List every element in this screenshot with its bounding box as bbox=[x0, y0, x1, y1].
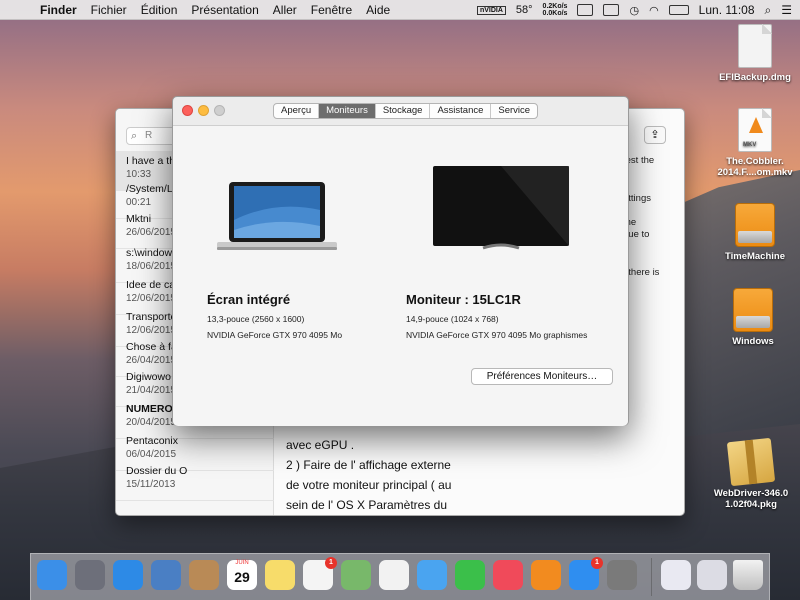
note-body[interactable]: avec eGPU . 2 ) Faire de l' affichage ex… bbox=[286, 435, 486, 515]
desktop-icon-timemachine[interactable]: TimeMachine bbox=[710, 203, 800, 262]
desktop-icon-label: WebDriver-346.0 1.02f04.pkg bbox=[713, 488, 789, 510]
dock: JUIN 29 1 1 bbox=[30, 553, 770, 600]
menu-edition[interactable]: Édition bbox=[141, 3, 178, 17]
desktop-icon-webdriver[interactable]: WebDriver-346.0 1.02f04.pkg bbox=[706, 437, 796, 510]
menu-aller[interactable]: Aller bbox=[273, 3, 297, 17]
external-drive-icon bbox=[733, 288, 773, 332]
laptop-icon bbox=[217, 182, 337, 250]
launchpad-icon[interactable] bbox=[75, 560, 105, 590]
note-date: 06/04/2015 bbox=[126, 449, 177, 460]
calendar-icon[interactable]: JUIN 29 bbox=[227, 560, 257, 590]
wifi-icon[interactable]: ◠ bbox=[649, 4, 659, 17]
dock-separator bbox=[651, 558, 652, 596]
spotlight-icon[interactable]: ⌕ bbox=[765, 3, 772, 18]
note-body-line: sein de l' OS X Paramètres du bbox=[286, 498, 448, 512]
temperature-readout[interactable]: 58° bbox=[516, 4, 533, 16]
menu-app-name[interactable]: Finder bbox=[40, 3, 77, 17]
desktop-icon-movie[interactable]: MKV The.Cobbler. 2014.F....om.mkv bbox=[710, 108, 800, 178]
tab-service[interactable]: Service bbox=[491, 104, 537, 118]
minimize-button[interactable] bbox=[198, 105, 209, 116]
safari-icon[interactable] bbox=[113, 560, 143, 590]
mkv-badge: MKV bbox=[743, 142, 757, 148]
net-up: 0.2Ko/s bbox=[542, 3, 568, 10]
itunes-icon[interactable] bbox=[493, 560, 523, 590]
display-name: Écran intégré bbox=[207, 292, 291, 307]
desktop-icon-label: Windows bbox=[732, 336, 774, 347]
note-title: Pentaconix bbox=[126, 435, 178, 447]
menu-presentation[interactable]: Présentation bbox=[191, 3, 258, 17]
zoom-button[interactable] bbox=[214, 105, 225, 116]
desktop-icon-efibackup[interactable]: EFIBackup.dmg bbox=[710, 24, 800, 83]
net-down: 0.0Ko/s bbox=[542, 10, 568, 17]
clock[interactable]: Lun. 11:08 bbox=[699, 3, 755, 17]
messages-icon[interactable] bbox=[417, 560, 447, 590]
tab-assistance[interactable]: Assistance bbox=[430, 104, 492, 118]
facetime-icon[interactable] bbox=[455, 560, 485, 590]
menu-fenetre[interactable]: Fenêtre bbox=[311, 3, 352, 17]
timemachine-icon[interactable]: ◷ bbox=[629, 4, 639, 17]
monitor-icon bbox=[433, 166, 569, 250]
package-icon bbox=[726, 437, 776, 487]
display-resolution: 13,3-pouce (2560 x 1600) bbox=[207, 314, 305, 324]
contacts-icon[interactable] bbox=[189, 560, 219, 590]
desktop-icon-windows[interactable]: Windows bbox=[708, 288, 798, 347]
photos-icon[interactable] bbox=[379, 560, 409, 590]
maps-icon[interactable] bbox=[341, 560, 371, 590]
document-stack-icon[interactable] bbox=[661, 560, 691, 590]
appstore-icon[interactable]: 1 bbox=[569, 557, 603, 590]
display-name: Moniteur : 15LC1R bbox=[406, 292, 521, 307]
network-stats[interactable]: 0.2Ko/s 0.0Ko/s bbox=[543, 3, 568, 17]
display-gpu: NVIDIA GeForce GTX 970 4095 Mo bbox=[207, 330, 343, 340]
note-date: 15/11/2013 bbox=[126, 479, 176, 490]
display-resolution: 14,9-pouce (1024 x 768) bbox=[406, 314, 499, 324]
display-preferences-button[interactable]: Préférences Moniteurs… bbox=[471, 368, 613, 385]
ibooks-icon[interactable] bbox=[531, 560, 561, 590]
reminders-icon[interactable]: 1 bbox=[303, 557, 337, 590]
note-list-item[interactable]: Dossier du O 15/11/2013 bbox=[116, 461, 274, 501]
close-button[interactable] bbox=[182, 105, 193, 116]
desktop-icon-label: EFIBackup.dmg bbox=[719, 72, 791, 83]
notes-icon[interactable] bbox=[265, 560, 295, 590]
finder-icon[interactable] bbox=[37, 560, 67, 590]
battery-icon[interactable] bbox=[668, 5, 689, 15]
external-drive-icon bbox=[735, 203, 775, 247]
status-area: nVIDIA 58° 0.2Ko/s 0.0Ko/s ◷ ◠ Lun. 11:0… bbox=[476, 0, 792, 20]
display-gpu: NVIDIA GeForce GTX 970 4095 Mo graphisme… bbox=[406, 330, 588, 340]
tab-bar: Aperçu Moniteurs Stockage Assistance Ser… bbox=[273, 103, 539, 119]
menu-aide[interactable]: Aide bbox=[366, 3, 390, 17]
note-body-line: avec eGPU . bbox=[286, 438, 355, 452]
tab-stockage[interactable]: Stockage bbox=[376, 104, 431, 118]
calendar-month: JUIN bbox=[235, 560, 249, 566]
menu-fichier[interactable]: Fichier bbox=[91, 3, 127, 17]
about-this-mac-window[interactable]: Aperçu Moniteurs Stockage Assistance Ser… bbox=[172, 96, 629, 426]
system-preferences-icon[interactable] bbox=[607, 560, 637, 590]
menu-bar: Finder Fichier Édition Présentation Alle… bbox=[0, 0, 800, 20]
mail-icon[interactable] bbox=[151, 560, 181, 590]
mkv-file-icon: MKV bbox=[738, 108, 772, 152]
tab-moniteurs[interactable]: Moniteurs bbox=[319, 104, 376, 118]
note-body-line: 2 ) Faire de l' affichage externe bbox=[286, 458, 451, 472]
memory-icon[interactable] bbox=[577, 4, 594, 16]
disk-image-icon bbox=[738, 24, 772, 68]
desktop-icon-label: The.Cobbler. 2014.F....om.mkv bbox=[717, 156, 793, 178]
tab-apercu[interactable]: Aperçu bbox=[274, 104, 320, 118]
share-button[interactable]: ⇪ bbox=[644, 126, 666, 144]
gpu-status-icon[interactable]: nVIDIA bbox=[476, 5, 506, 15]
vlc-cone-icon bbox=[749, 117, 763, 133]
appstore-badge: 1 bbox=[591, 557, 603, 569]
note-body-line: de votre moniteur principal ( au bbox=[286, 478, 452, 492]
note-title: Dossier du O bbox=[126, 465, 188, 477]
downloads-stack-icon[interactable] bbox=[697, 560, 727, 590]
trash-icon[interactable] bbox=[733, 560, 763, 590]
notification-center-icon[interactable]: ☰ bbox=[781, 3, 792, 17]
cpu-icon[interactable] bbox=[603, 4, 620, 16]
desktop-icon-label: TimeMachine bbox=[724, 251, 785, 262]
reminders-badge: 1 bbox=[325, 557, 337, 569]
